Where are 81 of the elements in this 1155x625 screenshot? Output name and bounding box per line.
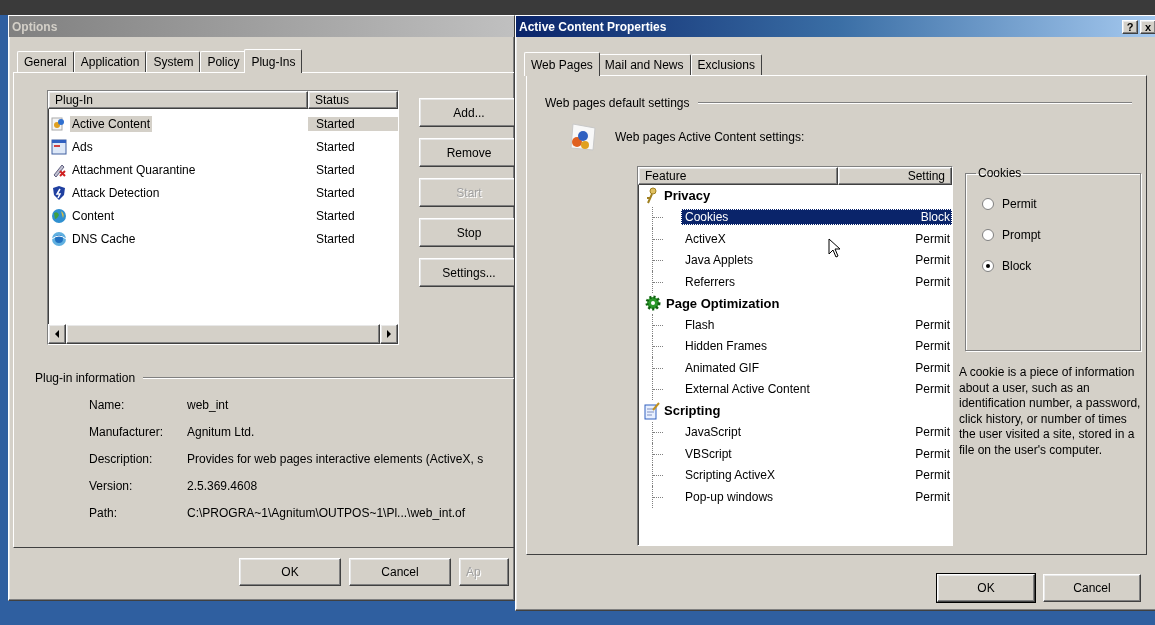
column-header[interactable]: Plug-In xyxy=(48,91,308,109)
side-button[interactable]: Remove xyxy=(419,138,514,167)
field-value: C:\PROGRA~1\Agnitum\OUTPOS~1\Pl...\web_int.of xyxy=(187,505,467,521)
field-value: Agnitum Ltd. xyxy=(187,424,256,440)
plugin-status: Started xyxy=(315,139,356,154)
settings-label: Web pages Active Content settings: xyxy=(615,130,805,144)
help-button[interactable]: ? xyxy=(1122,19,1138,34)
tree-item[interactable]: Cookies Block xyxy=(681,209,952,226)
tree-item[interactable]: External Active Content Permit xyxy=(681,381,952,398)
column-header[interactable]: Feature xyxy=(638,167,838,185)
field-value: web_int xyxy=(187,397,230,413)
tab[interactable]: Exclusions xyxy=(690,54,762,75)
side-button[interactable]: Add... xyxy=(419,98,514,127)
field-value: 2.5.369.4608 xyxy=(187,478,259,494)
notepad-icon xyxy=(644,401,660,420)
window-title: Active Content Properties xyxy=(519,19,667,34)
field-value: Provides for web pages interactive elements (ActiveX, s xyxy=(187,451,485,467)
dialog-button[interactable]: Cancel xyxy=(349,558,451,586)
plugin-name[interactable]: Attack Detection xyxy=(70,184,162,201)
plugin-name[interactable]: Ads xyxy=(70,138,95,155)
shapes-icon xyxy=(51,115,67,132)
tab[interactable]: System xyxy=(146,51,201,72)
column-header[interactable]: Setting xyxy=(838,167,952,185)
plugin-name[interactable]: Attachment Quarantine xyxy=(70,161,198,178)
window-title: Options xyxy=(12,19,58,34)
window-icon xyxy=(51,138,67,155)
globe-icon xyxy=(51,207,67,224)
close-button[interactable]: x xyxy=(1140,19,1155,34)
tree-group[interactable]: Privacy xyxy=(664,188,711,204)
tree-group[interactable]: Page Optimization xyxy=(666,295,780,311)
dialog-button[interactable]: Cancel xyxy=(1043,574,1141,602)
side-button[interactable]: Stop xyxy=(419,218,514,247)
dialog-button[interactable]: OK xyxy=(937,574,1035,602)
plugin-status: Started xyxy=(315,231,356,246)
globe-icon xyxy=(51,230,67,247)
field-label: Version: xyxy=(89,478,134,494)
tree-item[interactable]: JavaScript Permit xyxy=(681,424,952,441)
description-text: A cookie is a piece of information about a user, such as an identification number, a password, click history, or number of times the user visited a site, stored in a file on the user's computer. xyxy=(959,365,1141,458)
radio-option[interactable]: Permit xyxy=(982,188,1130,219)
tab[interactable]: Web Pages xyxy=(524,52,600,76)
plugin-name[interactable]: Content xyxy=(70,207,117,224)
tree-item[interactable]: Java Applets Permit xyxy=(681,252,952,269)
tree-item[interactable]: Pop-up windows Permit xyxy=(681,488,952,505)
radio-option[interactable]: Block xyxy=(982,250,1130,281)
field-label: Manufacturer: xyxy=(89,424,165,440)
plugin-status: Started xyxy=(315,185,356,200)
plugin-status: Started xyxy=(315,208,356,223)
right-arrow-icon[interactable] xyxy=(386,330,392,338)
field-label: Path: xyxy=(89,505,119,521)
tree-item[interactable]: Flash Permit xyxy=(681,316,952,333)
tree-item[interactable]: Scripting ActiveX Permit xyxy=(681,467,952,484)
gear-icon xyxy=(644,294,662,313)
dialog-button[interactable]: OK xyxy=(239,558,341,586)
left-arrow-icon[interactable] xyxy=(54,330,60,338)
field-label: Description: xyxy=(89,451,154,467)
mouse-pointer-icon xyxy=(828,238,842,260)
column-header[interactable]: Status xyxy=(308,91,398,109)
horizontal-scrollbar[interactable] xyxy=(48,324,398,344)
tab[interactable]: Plug-Ins xyxy=(244,49,303,73)
key-icon xyxy=(644,186,660,205)
side-button[interactable]: Settings... xyxy=(419,258,514,287)
tab[interactable]: General xyxy=(17,51,74,72)
plugin-name[interactable]: Active Content xyxy=(70,115,153,132)
tab[interactable]: Application xyxy=(73,51,147,72)
tree-group[interactable]: Scripting xyxy=(664,403,721,419)
plugin-status: Started xyxy=(315,162,356,177)
section-title: Web pages default settings xyxy=(545,96,690,110)
section-title: Plug-in information xyxy=(35,371,136,385)
tree-item[interactable]: Animated GIF Permit xyxy=(681,359,952,376)
field-label: Name: xyxy=(89,397,126,413)
tree-item[interactable]: VBScript Permit xyxy=(681,445,952,462)
shield-icon xyxy=(51,184,67,201)
radio-option[interactable]: Prompt xyxy=(982,219,1130,250)
plugin-name[interactable]: DNS Cache xyxy=(70,230,138,247)
tab[interactable]: Mail and News xyxy=(597,54,691,75)
group-title: Cookies xyxy=(977,166,1023,180)
tab[interactable]: Policy xyxy=(200,51,247,72)
tree-item[interactable]: ActiveX Permit xyxy=(681,230,952,247)
tree-item[interactable]: Referrers Permit xyxy=(681,273,952,290)
plugin-status: Started xyxy=(308,116,398,131)
tree-item[interactable]: Hidden Frames Permit xyxy=(681,338,952,355)
